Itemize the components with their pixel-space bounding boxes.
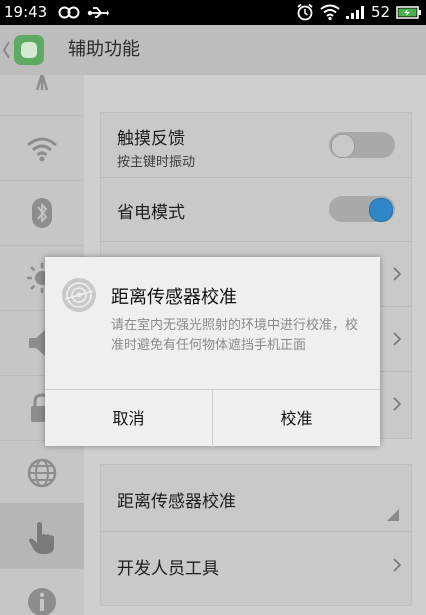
wifi-status-icon (320, 4, 340, 20)
touch-feedback-toggle[interactable] (329, 132, 395, 158)
touch-feedback-sublabel: 按主键时振动 (117, 155, 196, 170)
bluetooth-icon (32, 198, 52, 228)
dropdown-corner-icon (387, 509, 399, 521)
chevron-right-icon (393, 397, 401, 411)
developer-tools-label: 开发人员工具 (117, 559, 219, 579)
power-saving-label: 省电模式 (117, 203, 185, 223)
back-icon[interactable] (2, 40, 10, 60)
status-time: 19:43 (4, 3, 48, 21)
cancel-button[interactable]: 取消 (45, 390, 213, 447)
wifi-icon (27, 137, 57, 162)
chevron-right-icon (393, 267, 401, 281)
sidebar-item-about[interactable] (0, 569, 84, 615)
page-title: 辅助功能 (68, 39, 140, 60)
title-bar: 辅助功能 (0, 25, 426, 75)
signal-icon (346, 6, 364, 19)
hand-touch-icon (28, 522, 54, 554)
proximity-calibration-row[interactable]: 距离传感器校准 (101, 465, 411, 532)
sidebar-item-bluetooth[interactable] (0, 180, 84, 246)
sidebar-item-language[interactable] (0, 440, 84, 506)
dialog-title: 距离传感器校准 (111, 287, 237, 308)
dialog-message: 请在室内无强光照射的环境中进行校准，校准时避免有任何物体遮挡手机正面 (111, 318, 359, 353)
info-icon (28, 588, 56, 615)
chevron-right-icon (393, 558, 401, 572)
chevron-right-icon (393, 332, 401, 346)
sidebar-item-network[interactable] (0, 75, 84, 108)
globe-icon (27, 458, 57, 488)
touch-feedback-row[interactable]: 触摸反馈 按主键时振动 (101, 113, 411, 178)
power-saving-toggle[interactable] (329, 196, 395, 222)
usb-icon (87, 7, 109, 18)
developer-tools-row[interactable]: 开发人员工具 (101, 532, 411, 598)
sidebar-item-wifi[interactable] (0, 116, 84, 182)
status-bar: 19:43 52 (0, 0, 426, 25)
touch-feedback-label: 触摸反馈 (117, 129, 185, 149)
dialog-buttons: 取消 校准 (45, 389, 380, 447)
sidebar-item-accessibility[interactable] (0, 503, 84, 569)
battery-charging-icon (396, 6, 421, 19)
battery-level: 52 (371, 3, 391, 21)
calibration-dialog: 距离传感器校准 请在室内无强光照射的环境中进行校准，校准时避免有任何物体遮挡手机… (45, 257, 380, 447)
antenna-icon (35, 75, 49, 91)
calibrate-button[interactable]: 校准 (213, 390, 380, 447)
app-icon[interactable] (14, 35, 44, 65)
sensor-icon (62, 278, 96, 312)
link-icon (58, 6, 80, 19)
alarm-icon (297, 3, 313, 21)
tools-card: 距离传感器校准 开发人员工具 (100, 464, 412, 606)
proximity-calibration-label: 距离传感器校准 (117, 492, 236, 512)
power-saving-row[interactable]: 省电模式 (101, 178, 411, 242)
